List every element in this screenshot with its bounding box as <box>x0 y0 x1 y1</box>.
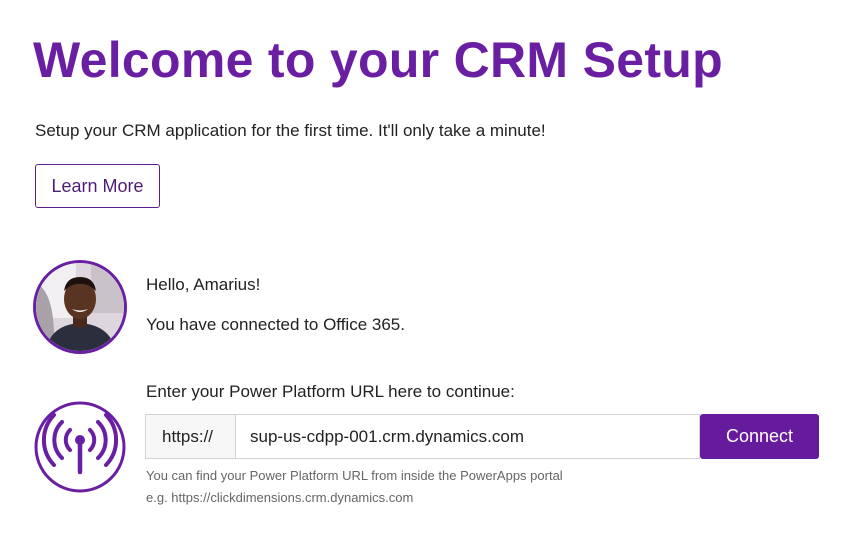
avatar <box>33 260 127 354</box>
connection-status: You have connected to Office 365. <box>146 315 405 334</box>
url-help-text: You can find your Power Platform URL fro… <box>146 468 563 483</box>
url-example-text: e.g. https://clickdimensions.crm.dynamic… <box>146 490 414 505</box>
connect-button[interactable]: Connect <box>700 414 819 459</box>
url-input[interactable] <box>235 414 700 459</box>
page-title: Welcome to your CRM Setup <box>33 32 723 88</box>
url-label: Enter your Power Platform URL here to co… <box>146 382 515 401</box>
url-input-group: https:// <box>145 414 700 459</box>
learn-more-button[interactable]: Learn More <box>35 164 160 208</box>
url-prefix: https:// <box>145 414 235 459</box>
user-greeting: Hello, Amarius! <box>146 275 261 294</box>
user-photo-icon <box>36 263 124 351</box>
broadcast-tower-icon <box>33 400 127 494</box>
page-subtitle: Setup your CRM application for the first… <box>35 121 546 140</box>
